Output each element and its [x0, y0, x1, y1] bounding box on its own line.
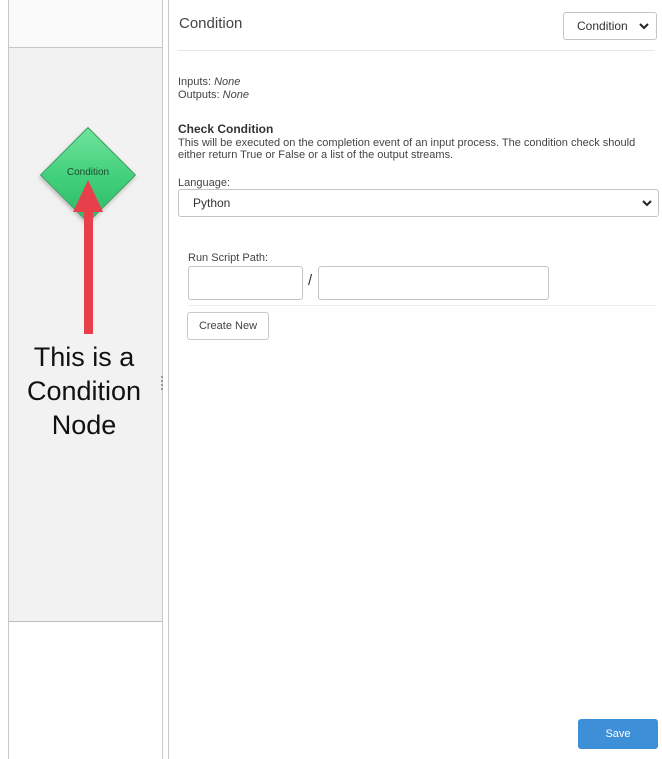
annotation-arrow-shaft: [84, 210, 93, 334]
annotation-line: Node: [51, 410, 117, 440]
annotation-line: This is a: [33, 342, 135, 372]
run-script-path-label: Run Script Path:: [188, 252, 269, 264]
script-file-input[interactable]: [318, 266, 549, 300]
chevron-down-icon: [639, 23, 649, 30]
annotation-arrow-head: [73, 180, 103, 212]
check-condition-heading: Check Condition: [178, 122, 274, 136]
script-folder-input[interactable]: [188, 266, 303, 300]
run-script-divider: [188, 305, 656, 306]
properties-panel: Condition Condition Inputs: None Outputs…: [168, 0, 662, 759]
title-divider: [177, 50, 655, 51]
outputs-value: None: [222, 89, 249, 101]
check-condition-description: This will be executed on the completion …: [178, 137, 636, 161]
language-select-value: Python: [193, 196, 231, 210]
node-type-select-value: Condition: [577, 19, 628, 33]
inputs-value: None: [214, 76, 241, 88]
language-select[interactable]: Python: [178, 189, 659, 217]
save-button[interactable]: Save: [578, 719, 658, 749]
create-new-button[interactable]: Create New: [187, 312, 269, 340]
annotation-text: This is a Condition Node: [14, 340, 154, 442]
panel-title: Condition: [179, 15, 243, 32]
annotation-line: Condition: [26, 376, 142, 406]
panel-splitter-handle[interactable]: [161, 374, 164, 394]
chevron-down-icon: [642, 200, 652, 207]
language-label: Language:: [178, 177, 230, 189]
node-type-select[interactable]: Condition: [563, 12, 657, 40]
path-separator: /: [308, 272, 313, 289]
io-summary: Inputs: None Outputs: None: [178, 76, 249, 102]
inputs-label: Inputs:: [178, 76, 212, 88]
outputs-label: Outputs:: [178, 89, 220, 101]
